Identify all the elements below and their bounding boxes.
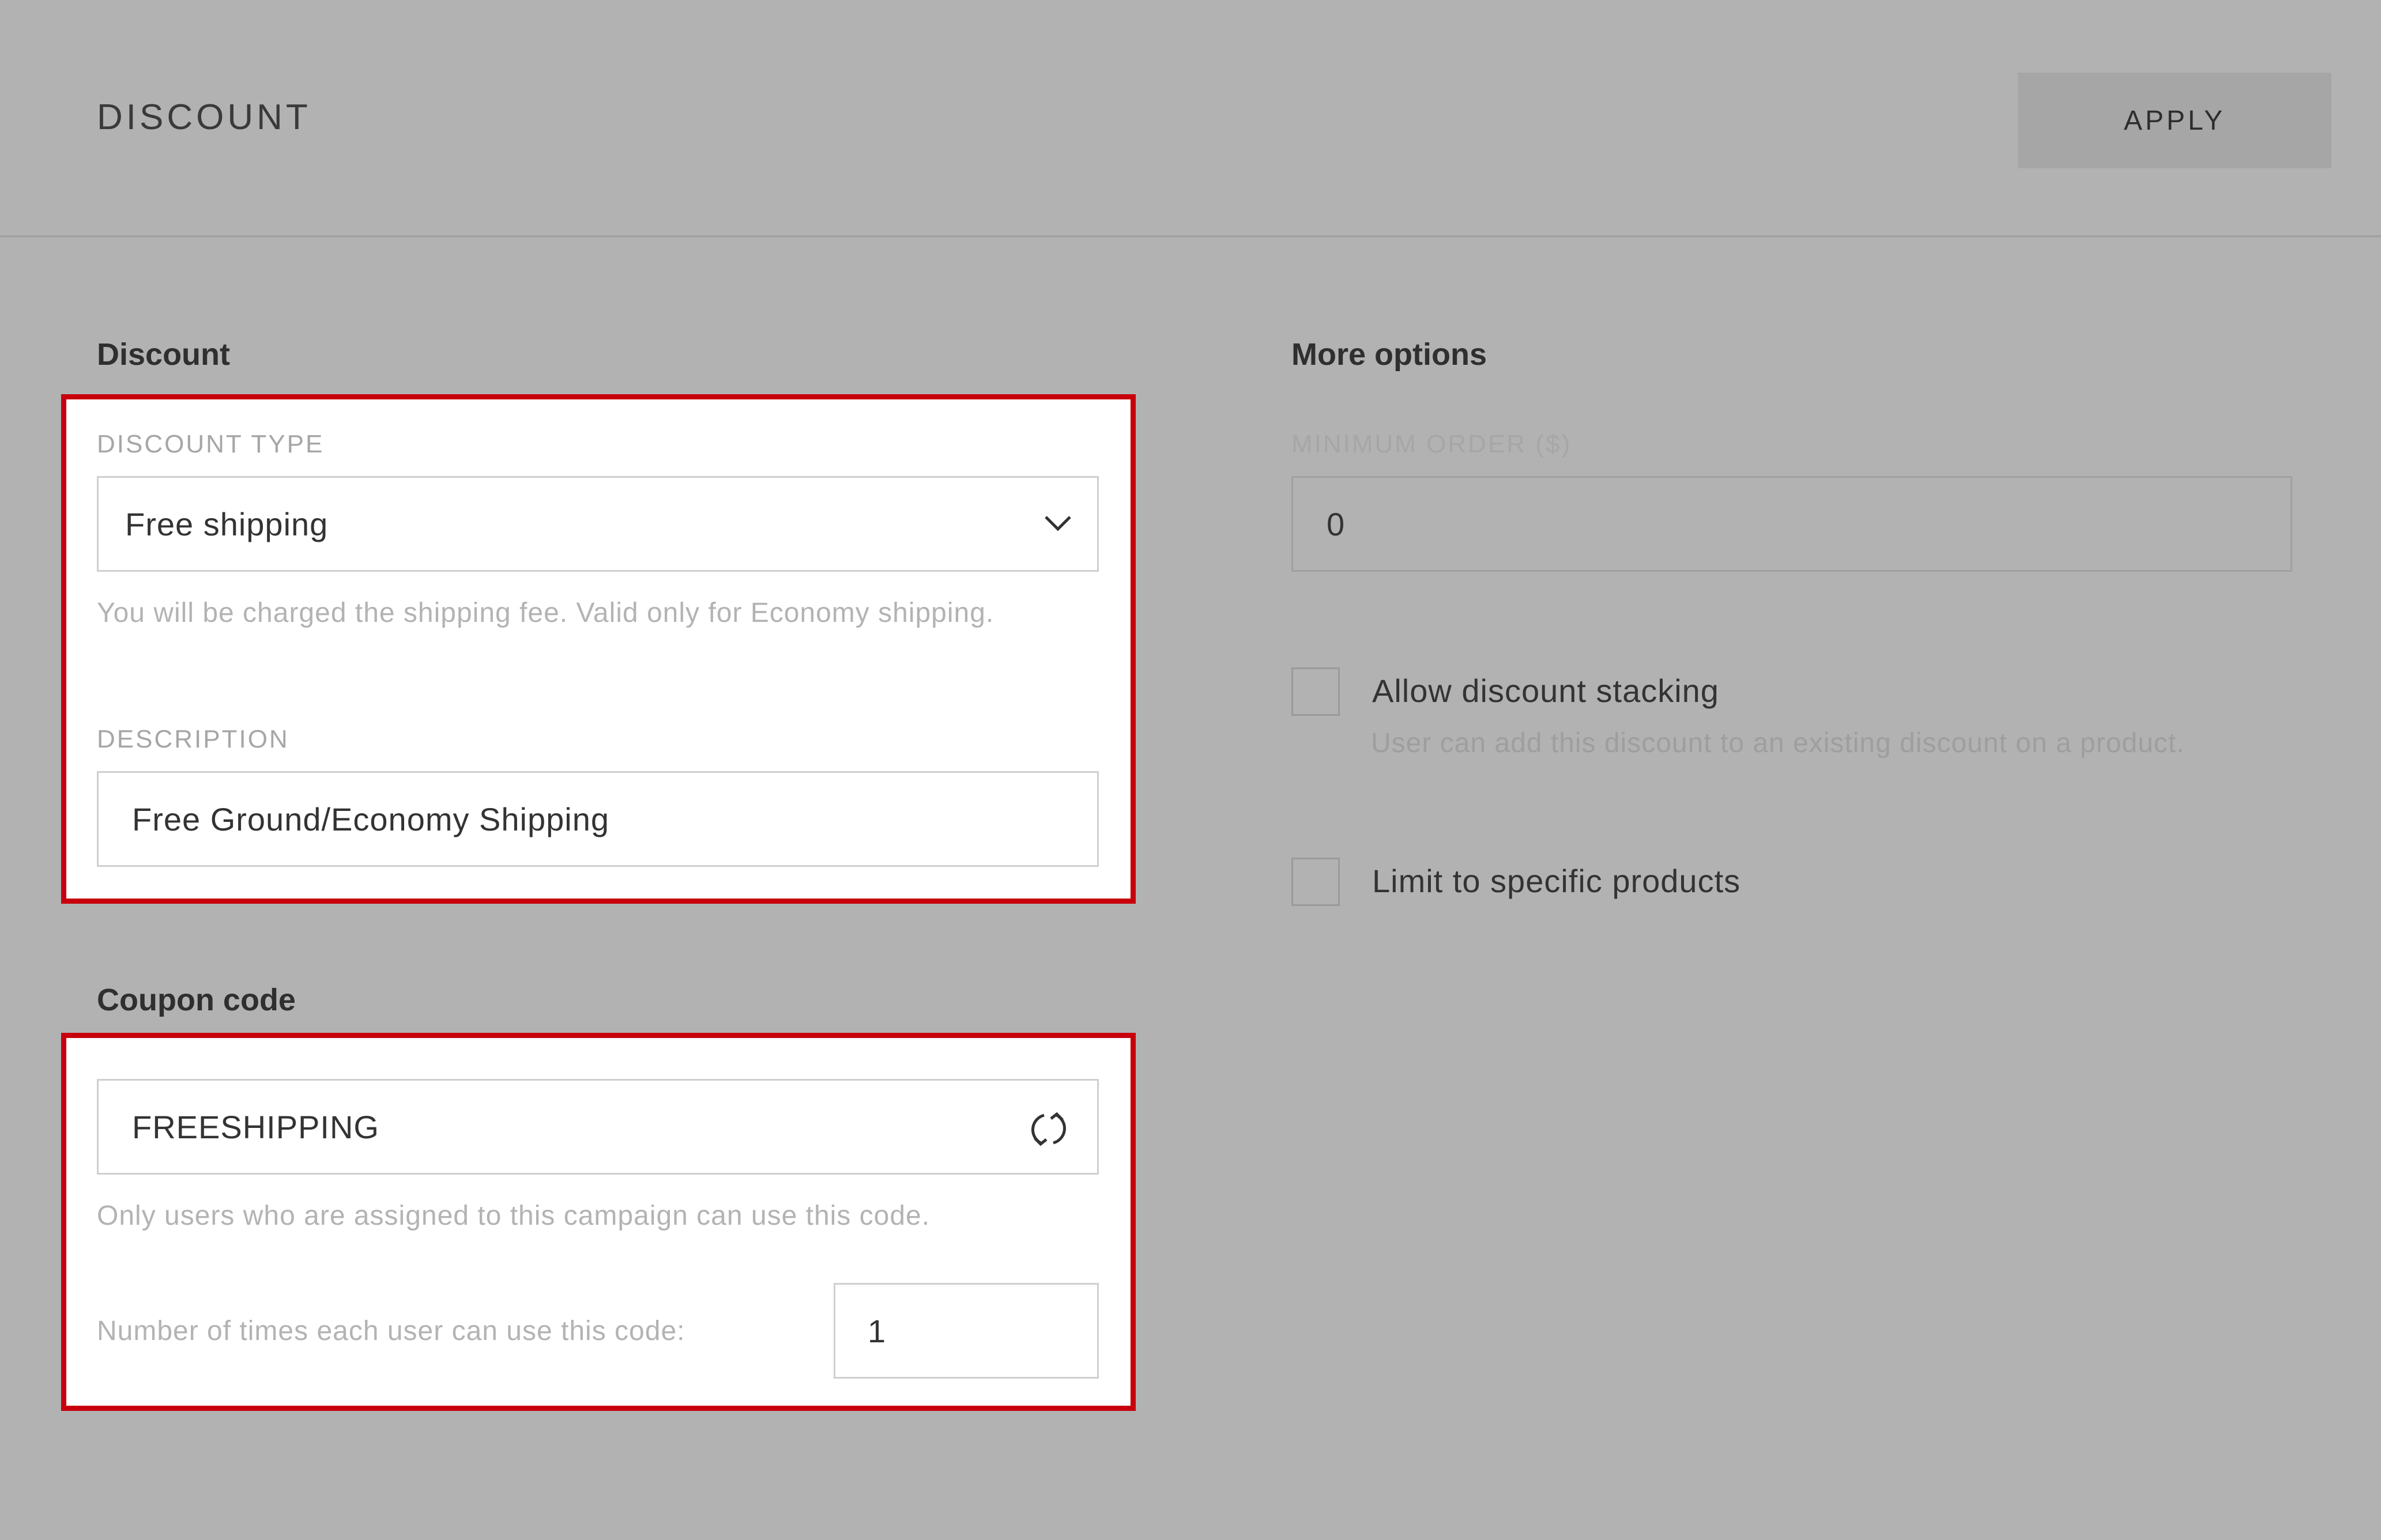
allow-stacking-label: Allow discount stacking <box>1372 673 1719 709</box>
page-title: DISCOUNT <box>97 97 311 137</box>
coupon-code-help: Only users who are assigned to this camp… <box>97 1201 930 1231</box>
coupon-section-heading: Coupon code <box>97 983 296 1017</box>
uses-per-user-value: 1 <box>868 1312 887 1349</box>
refresh-icon[interactable] <box>1027 1107 1071 1151</box>
minimum-order-value: 0 <box>1327 505 1346 542</box>
uses-per-user-input[interactable]: 1 <box>834 1283 1099 1379</box>
minimum-order-input[interactable]: 0 <box>1291 476 2292 572</box>
description-value: Free Ground/Economy Shipping <box>132 801 609 837</box>
more-options-heading: More options <box>1291 337 1487 372</box>
page-header: DISCOUNT APPLY <box>0 0 2381 237</box>
discount-type-select[interactable]: Free shipping <box>97 476 1099 572</box>
description-input[interactable]: Free Ground/Economy Shipping <box>97 771 1099 867</box>
discount-type-value: Free shipping <box>125 505 329 542</box>
discount-type-label: DISCOUNT TYPE <box>97 430 325 458</box>
limit-products-checkbox[interactable] <box>1291 858 1340 906</box>
limit-products-label: Limit to specific products <box>1372 863 1741 899</box>
allow-stacking-help: User can add this discount to an existin… <box>1371 728 2185 758</box>
coupon-code-input[interactable]: FREESHIPPING <box>97 1079 1099 1175</box>
uses-per-user-label: Number of times each user can use this c… <box>97 1316 685 1346</box>
apply-button[interactable]: APPLY <box>2018 73 2331 168</box>
chevron-down-icon <box>1045 516 1071 531</box>
minimum-order-label: MINIMUM ORDER ($) <box>1291 430 1572 458</box>
coupon-code-value: FREESHIPPING <box>132 1108 379 1145</box>
allow-stacking-checkbox[interactable] <box>1291 667 1340 716</box>
description-label: DESCRIPTION <box>97 725 289 753</box>
discount-section-heading: Discount <box>97 337 231 372</box>
discount-type-help: You will be charged the shipping fee. Va… <box>97 598 994 628</box>
